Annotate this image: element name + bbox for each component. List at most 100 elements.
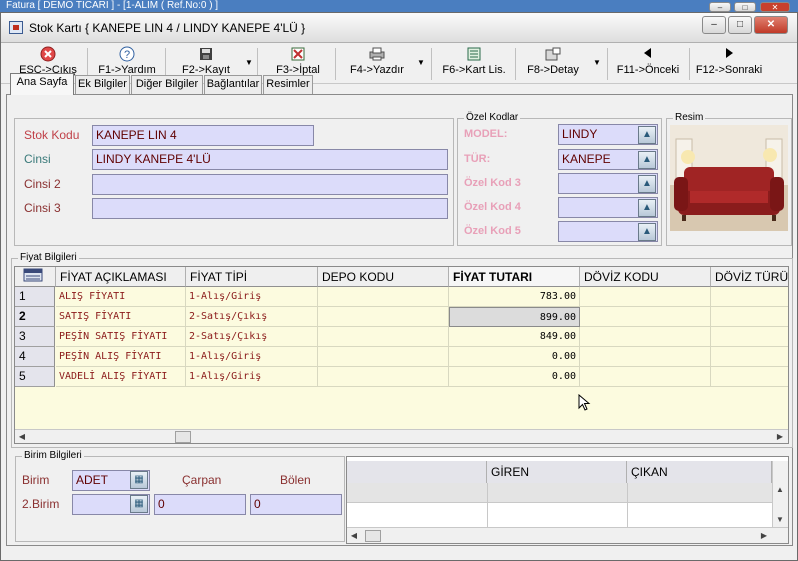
table-cell[interactable] (711, 307, 788, 327)
table-cell[interactable] (711, 327, 788, 347)
col-cikan[interactable]: ÇIKAN (627, 461, 772, 483)
table-cell[interactable] (711, 347, 788, 367)
tab-baglantilar[interactable]: Bağlantılar (204, 75, 262, 94)
outer-window-title: Fatura [ DEMO TİCARİ ] - [1-ALIM ( Ref.N… (0, 0, 798, 12)
tab-resimler[interactable]: Resimler (263, 75, 313, 94)
bolen-field[interactable]: 0 (250, 494, 342, 515)
table-cell[interactable]: 1-Alış/Giriş (186, 367, 318, 387)
table-row[interactable] (347, 483, 772, 503)
arrow-left-icon (613, 46, 683, 64)
birim-picker-icon[interactable]: ▦ (130, 471, 148, 489)
col-blank[interactable] (347, 461, 487, 483)
f6-kart-lis-button[interactable]: F6->Kart Lis. (439, 46, 509, 82)
horizontal-scrollbar[interactable]: ◀ ▶ (347, 527, 788, 543)
table-cell[interactable] (318, 287, 449, 307)
table-cell[interactable] (318, 307, 449, 327)
tab-diger-bilgiler[interactable]: Diğer Bilgiler (131, 75, 203, 94)
scroll-up-icon[interactable]: ▲ (773, 483, 787, 497)
col-depo-kodu[interactable]: DEPO KODU (318, 267, 449, 287)
kayit-dropdown-icon[interactable]: ▼ (245, 58, 253, 67)
stok-kodu-field[interactable]: KANEPE LIN 4 (92, 125, 314, 146)
close-button[interactable]: ✕ (754, 16, 788, 34)
model-picker-icon[interactable]: ▲ (638, 126, 656, 144)
col-fiyat-tutari[interactable]: FİYAT TUTARI (449, 267, 580, 287)
yazdir-dropdown-icon[interactable]: ▼ (417, 58, 425, 67)
table-cell[interactable] (711, 367, 788, 387)
ozel-kod5-picker-icon[interactable]: ▲ (638, 223, 656, 241)
scroll-down-icon[interactable]: ▼ (773, 513, 787, 527)
table-cell[interactable]: 0.00 (449, 367, 580, 387)
table-cell[interactable] (318, 347, 449, 367)
col-giren[interactable]: GİREN (487, 461, 627, 483)
table-cell[interactable]: ALIŞ FİYATI (56, 287, 186, 307)
maximize-button[interactable]: □ (728, 16, 752, 34)
table-cell[interactable]: 2-Satış/Çıkış (186, 307, 318, 327)
row-header[interactable]: 4 (15, 347, 55, 367)
outer-maximize-button[interactable]: □ (734, 2, 756, 12)
carpan-field[interactable]: 0 (154, 494, 246, 515)
scroll-thumb[interactable] (175, 431, 191, 443)
f12-sonraki-button[interactable]: F12->Sonraki (693, 46, 765, 82)
grid-corner-icon[interactable] (15, 267, 56, 287)
table-cell[interactable]: 1-Alış/Giriş (186, 347, 318, 367)
cinsi-field[interactable]: LINDY KANEPE 4'LÜ (92, 149, 448, 170)
row-header[interactable]: 5 (15, 367, 55, 387)
scroll-left-icon[interactable]: ◀ (15, 430, 29, 443)
table-cell[interactable] (580, 367, 711, 387)
table-cell[interactable]: 783.00 (449, 287, 580, 307)
table-cell[interactable]: VADELİ ALIŞ FİYATI (56, 367, 186, 387)
scroll-left-icon[interactable]: ◀ (347, 529, 361, 543)
row-header[interactable]: 2 (15, 307, 55, 327)
col-fiyat-aciklamasi[interactable]: FİYAT AÇIKLAMASI (56, 267, 186, 287)
cinsi2-field[interactable] (92, 174, 448, 195)
scroll-right-icon[interactable]: ▶ (757, 529, 771, 543)
table-cell[interactable]: 1-Alış/Giriş (186, 287, 318, 307)
table-cell[interactable]: 0.00 (449, 347, 580, 367)
table-cell[interactable] (711, 287, 788, 307)
scroll-thumb[interactable] (365, 530, 381, 542)
ozel-kod4-picker-icon[interactable]: ▲ (638, 199, 656, 217)
title-bar: Stok Kartı { KANEPE LIN 4 / LINDY KANEPE… (1, 13, 797, 43)
table-cell[interactable] (580, 287, 711, 307)
table-cell[interactable] (318, 367, 449, 387)
arrow-right-icon (693, 46, 765, 64)
tab-ek-bilgiler[interactable]: Ek Bilgiler (75, 75, 130, 94)
f4-yazdir-button[interactable]: F4->Yazdır (345, 46, 409, 82)
birim2-picker-icon[interactable]: ▦ (130, 495, 148, 513)
scroll-right-icon[interactable]: ▶ (773, 430, 787, 443)
fiyat-horizontal-scrollbar[interactable]: ◀ ▶ (15, 429, 788, 443)
f8-detay-button[interactable]: F8->Detay (521, 46, 585, 82)
f11-onceki-button[interactable]: F11->Önceki (613, 46, 683, 82)
vertical-scrollbar[interactable]: ▲ ▼ (772, 461, 788, 527)
outer-close-button[interactable]: ✕ (760, 2, 790, 12)
ozel-kod4-label: Özel Kod 4 (464, 201, 521, 213)
product-image[interactable] (670, 125, 788, 231)
col-doviz-kodu[interactable]: DÖVİZ KODU (580, 267, 711, 287)
toolbar-separator (689, 48, 690, 80)
table-cell[interactable]: 2-Satış/Çıkış (186, 327, 318, 347)
window-title: Stok Kartı { KANEPE LIN 4 / LINDY KANEPE… (29, 21, 306, 35)
detay-dropdown-icon[interactable]: ▼ (593, 58, 601, 67)
cinsi3-field[interactable] (92, 198, 448, 219)
table-cell-selected[interactable]: 899.00 (449, 307, 580, 327)
col-doviz-turu[interactable]: DÖVİZ TÜRÜ (711, 267, 788, 287)
table-cell[interactable] (580, 347, 711, 367)
app-icon (9, 21, 23, 34)
table-cell[interactable]: 849.00 (449, 327, 580, 347)
table-cell[interactable] (580, 327, 711, 347)
minimize-button[interactable]: – (702, 16, 726, 34)
col-fiyat-tipi[interactable]: FİYAT TİPİ (186, 267, 318, 287)
tur-picker-icon[interactable]: ▲ (638, 151, 656, 169)
table-cell[interactable]: SATIŞ FİYATI (56, 307, 186, 327)
ozel-kod3-picker-icon[interactable]: ▲ (638, 175, 656, 193)
table-cell[interactable]: PEŞİN SATIŞ FİYATI (56, 327, 186, 347)
tab-ana-sayfa[interactable]: Ana Sayfa (10, 73, 74, 95)
row-header[interactable]: 1 (15, 287, 55, 307)
table-cell[interactable] (318, 327, 449, 347)
table-cell[interactable]: PEŞİN ALIŞ FİYATI (56, 347, 186, 367)
row-header[interactable]: 3 (15, 327, 55, 347)
table-cell[interactable] (580, 307, 711, 327)
birim2-label: 2.Birim (22, 497, 60, 511)
outer-minimize-button[interactable]: – (709, 2, 731, 12)
fiyat-bilgileri-title: Fiyat Bilgileri (18, 252, 79, 263)
